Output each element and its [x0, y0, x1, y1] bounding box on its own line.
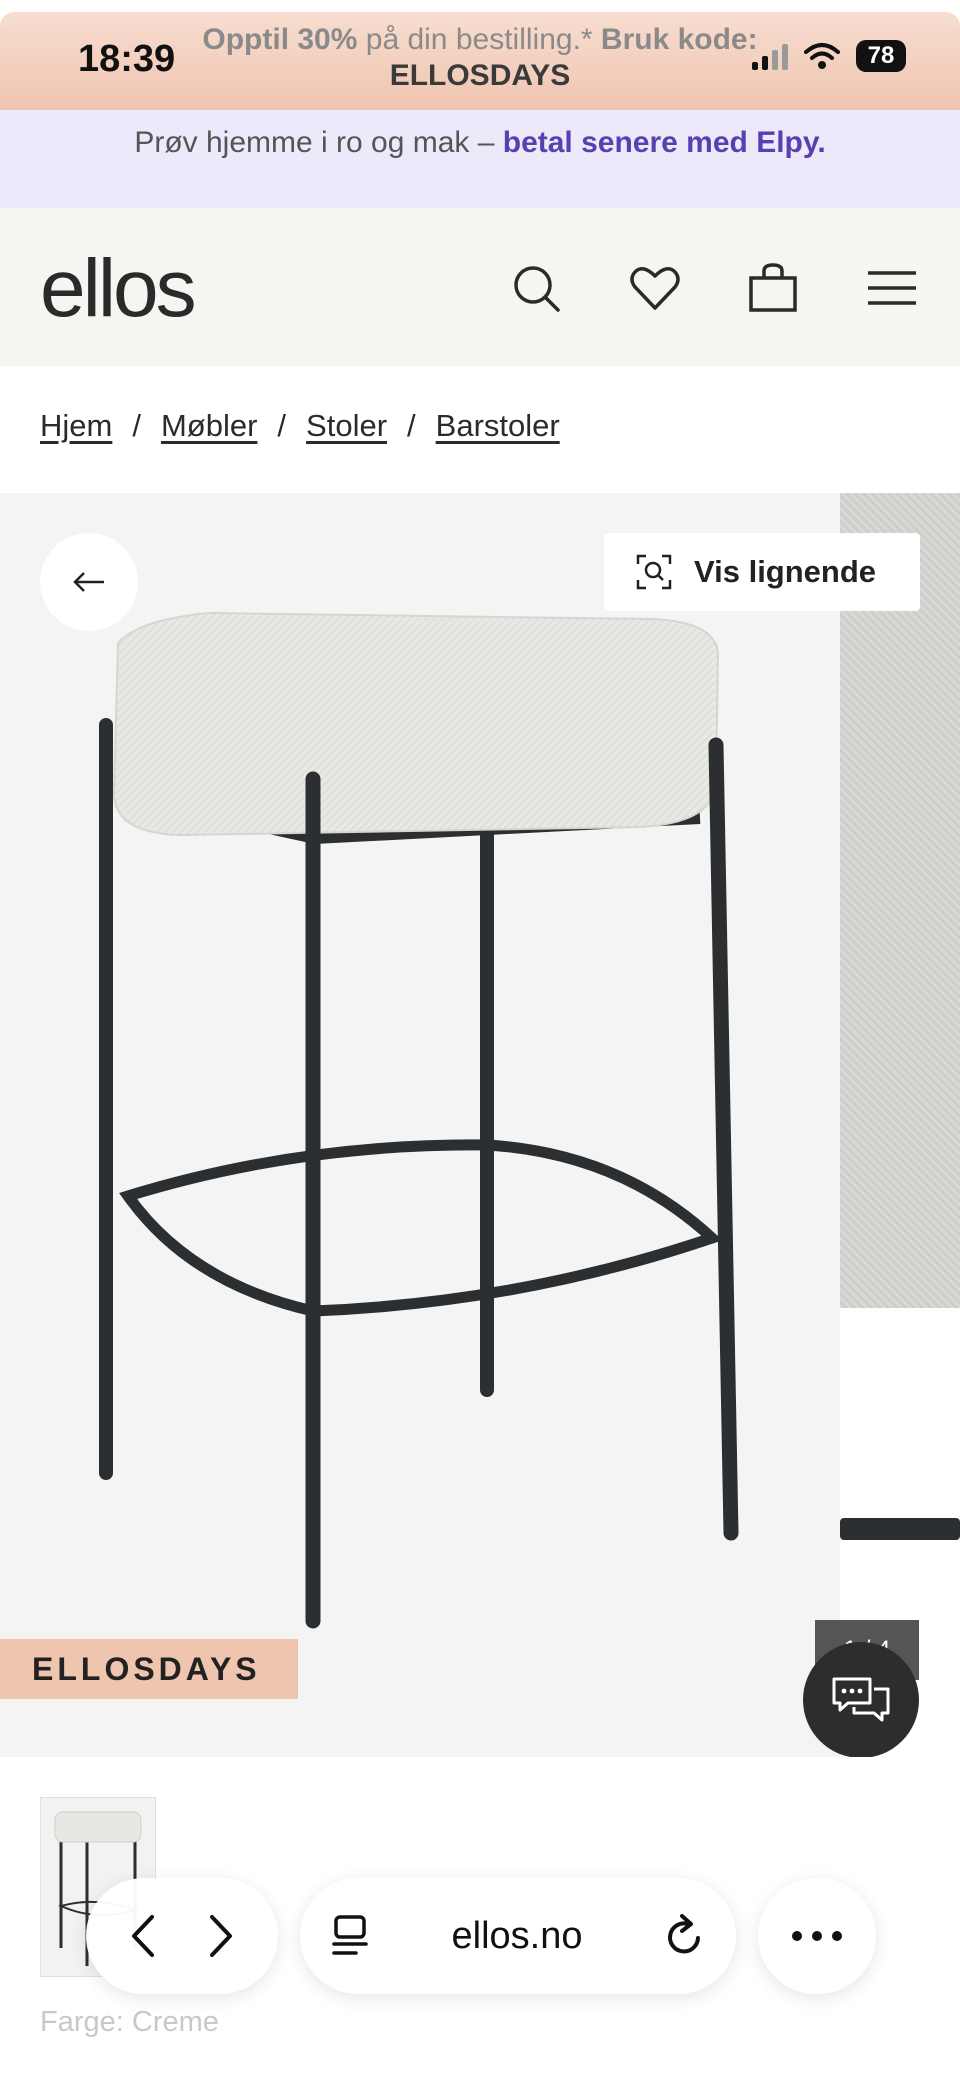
product-image-gallery[interactable]: Vis lignende ELLOSDAYS 1 / 4 — [0, 493, 960, 1757]
promo-bold-prefix: Opptil 30% — [202, 23, 358, 56]
breadcrumb-home[interactable]: Hjem — [40, 408, 112, 444]
browser-nav-controls — [86, 1878, 278, 1994]
heart-icon[interactable] — [627, 260, 683, 316]
next-image-preview[interactable] — [840, 493, 960, 1757]
campaign-badge: ELLOSDAYS — [0, 1639, 298, 1699]
next-image-frame — [840, 1518, 960, 1540]
pay-later-link[interactable]: betal senere med Elpy. — [503, 126, 826, 159]
visual-search-icon — [636, 554, 672, 590]
reload-icon[interactable] — [664, 1914, 706, 1958]
status-time: 18:39 — [78, 38, 176, 80]
reader-mode-icon[interactable] — [330, 1914, 370, 1958]
show-similar-label: Vis lignende — [694, 554, 877, 589]
product-image-bar-stool — [99, 611, 739, 1629]
breadcrumb-separator: / — [277, 408, 287, 443]
wifi-icon — [804, 43, 840, 69]
breadcrumb-separator: / — [132, 408, 141, 443]
menu-icon[interactable] — [864, 260, 920, 316]
breadcrumb-separator: / — [407, 408, 416, 443]
pay-later-banner[interactable]: Prøv hjemme i ro og mak – betal senere m… — [0, 110, 960, 208]
cellular-signal-icon — [752, 42, 788, 70]
browser-more-menu[interactable] — [758, 1878, 876, 1994]
browser-back-icon[interactable] — [128, 1913, 158, 1959]
shopping-bag-icon[interactable] — [745, 260, 801, 316]
ellos-logo[interactable]: ellos — [40, 242, 197, 336]
product-page: Opptil 30% på din bestilling.* Bruk kode… — [0, 0, 960, 2078]
search-icon[interactable] — [508, 260, 564, 316]
color-label: Farge: Creme — [40, 2006, 219, 2038]
back-button[interactable] — [40, 533, 138, 631]
promo-bold-suffix: Bruk kode: — [592, 23, 758, 56]
breadcrumb-furniture[interactable]: Møbler — [161, 408, 257, 444]
arrow-left-icon — [73, 572, 104, 592]
browser-forward-icon[interactable] — [206, 1913, 236, 1959]
site-header: ellos — [0, 208, 960, 366]
breadcrumb: Hjem / Møbler / Stoler / Barstoler — [40, 408, 560, 444]
show-similar-button[interactable]: Vis lignende — [604, 533, 920, 611]
browser-address-bar[interactable]: ellos.no — [300, 1878, 736, 1994]
promo-text: på din bestilling.* — [357, 23, 593, 56]
browser-url: ellos.no — [451, 1914, 583, 1957]
chat-icon — [832, 1677, 890, 1722]
pay-later-text: Prøv hjemme i ro og mak – — [134, 126, 503, 159]
more-options-icon — [792, 1931, 842, 1941]
battery-indicator: 78 — [856, 40, 906, 72]
next-image-cushion — [840, 493, 960, 1308]
breadcrumb-chairs[interactable]: Stoler — [306, 408, 387, 444]
chat-button[interactable] — [803, 1642, 919, 1757]
breadcrumb-bar-stools[interactable]: Barstoler — [436, 408, 560, 444]
status-icons: 78 — [752, 40, 906, 72]
